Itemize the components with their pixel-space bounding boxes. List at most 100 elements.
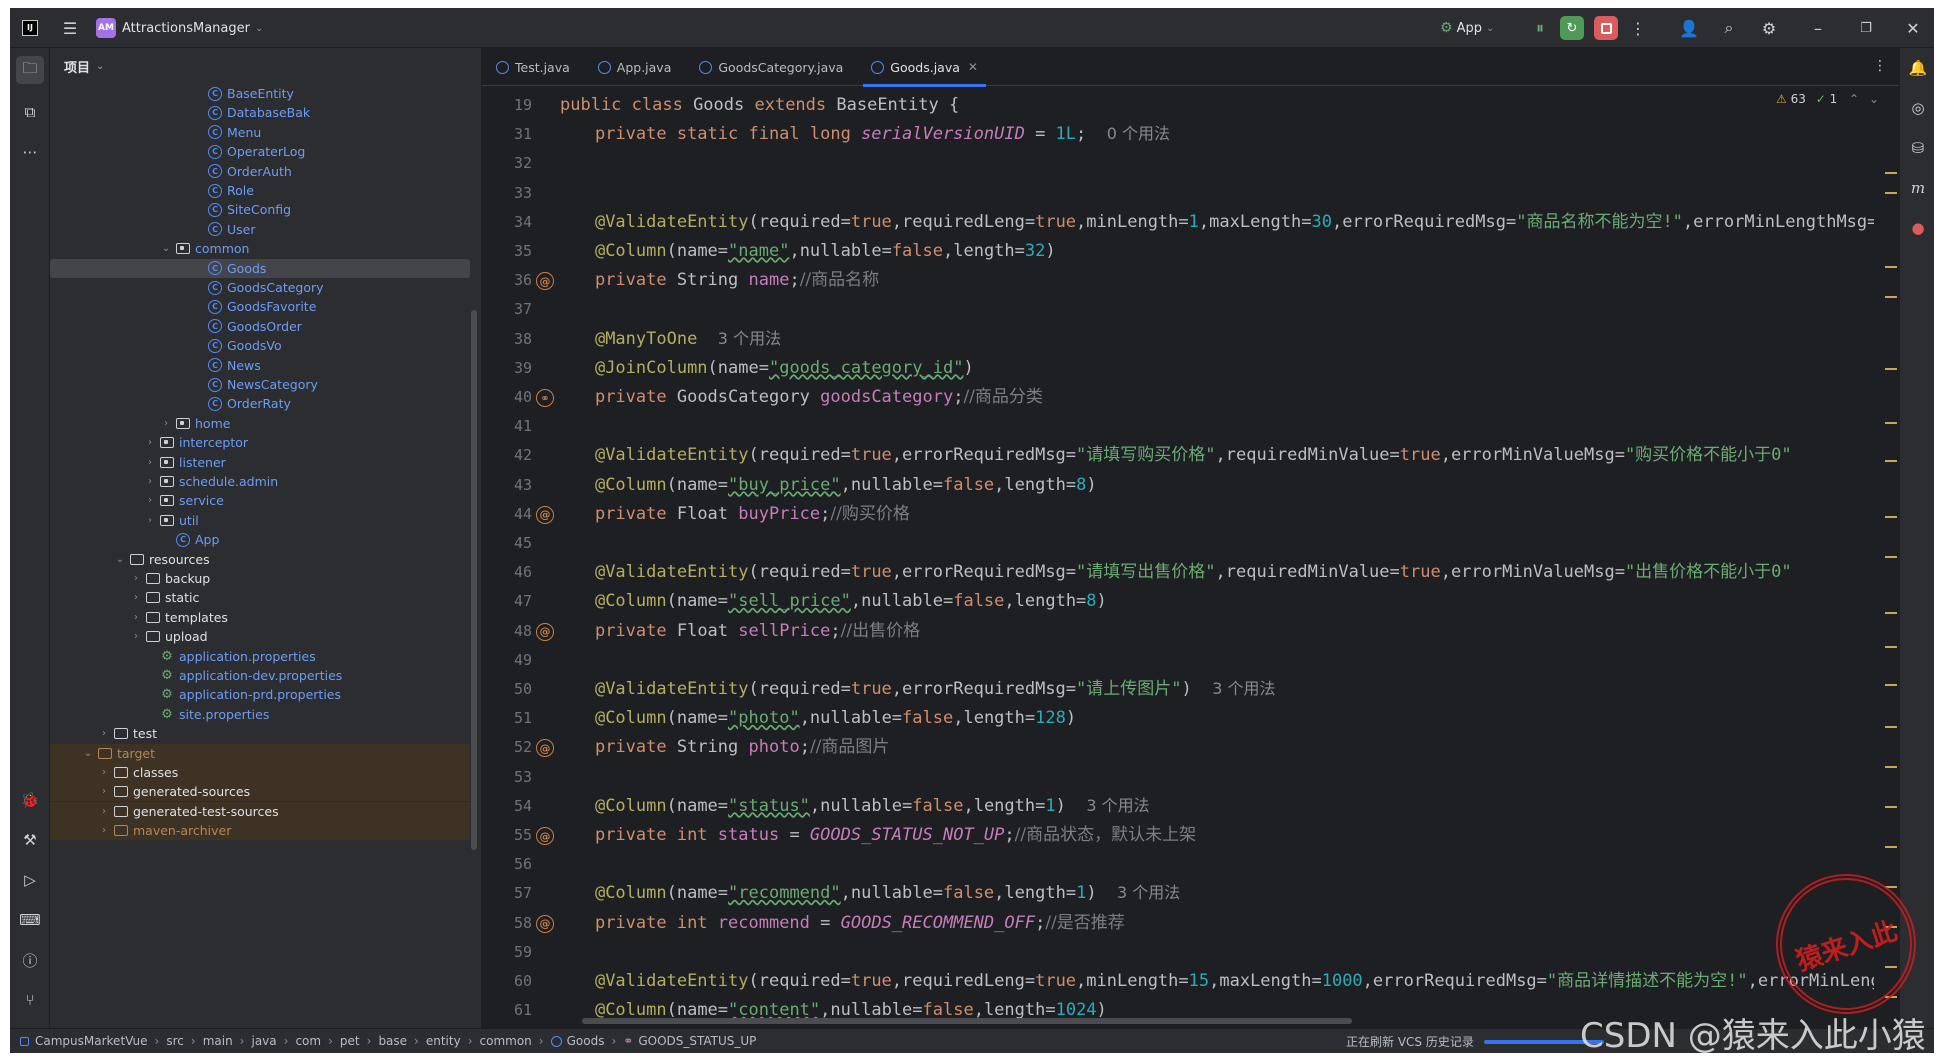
close-tab-icon[interactable]: ✕	[968, 60, 978, 74]
chevron-right-icon[interactable]: ›	[128, 612, 144, 623]
tree-item[interactable]: C GoodsFavorite	[50, 297, 470, 316]
tree-item[interactable]: › templates	[50, 608, 470, 627]
settings-icon[interactable]: ⚙	[1756, 8, 1782, 48]
breadcrumb-item[interactable]: pet	[340, 1034, 360, 1048]
tree-item[interactable]: ⚙ application-prd.properties	[50, 685, 470, 704]
tree-item[interactable]: C GoodsCategory	[50, 278, 470, 297]
breadcrumb-item[interactable]: common	[480, 1034, 532, 1048]
code-line[interactable]: @ValidateEntity(required=true,requiredLe…	[554, 968, 1874, 994]
structure-tool-icon[interactable]: ⧉	[16, 98, 44, 126]
tree-item[interactable]: › upload	[50, 627, 470, 646]
build-tool-icon[interactable]: ⚒	[16, 826, 44, 854]
usage-hint[interactable]: 3 个用法	[1212, 679, 1275, 698]
tree-item[interactable]: › service	[50, 491, 470, 510]
tree-item[interactable]: › classes	[50, 763, 470, 782]
tree-item[interactable]: › schedule.admin	[50, 472, 470, 491]
code-line[interactable]: @Column(name="photo",nullable=false,leng…	[554, 705, 1076, 731]
tree-item[interactable]: C OperaterLog	[50, 142, 470, 161]
gutter-annotation-icon[interactable]: ⚭	[536, 389, 554, 407]
tree-item[interactable]: C News	[50, 356, 470, 375]
tree-item[interactable]: C Role	[50, 181, 470, 200]
breadcrumb-item[interactable]: src	[166, 1034, 184, 1048]
problems-tool-icon[interactable]: ⓘ	[16, 946, 44, 974]
tree-item[interactable]: C OrderRaty	[50, 394, 470, 413]
tree-item[interactable]: ⚙ site.properties	[50, 705, 470, 724]
usage-hint[interactable]: 0 个用法	[1107, 124, 1170, 143]
tree-item[interactable]: ⌄ target	[50, 743, 470, 763]
breadcrumb-item[interactable]: java	[251, 1034, 276, 1048]
code-line[interactable]: @ValidateEntity(required=true,errorRequi…	[554, 676, 1276, 702]
breadcrumb-item[interactable]: base	[378, 1034, 407, 1048]
tree-item[interactable]: › util	[50, 511, 470, 530]
chevron-right-icon[interactable]: ›	[96, 806, 112, 817]
chevron-right-icon[interactable]: ›	[142, 457, 158, 468]
gutter-annotation-icon[interactable]: @	[536, 827, 554, 845]
editor-tab[interactable]: Test.java	[482, 48, 584, 86]
chevron-right-icon[interactable]: ›	[96, 786, 112, 797]
tree-item[interactable]: › interceptor	[50, 433, 470, 452]
breadcrumb-item[interactable]: main	[203, 1034, 233, 1048]
code-line[interactable]: private GoodsCategory goodsCategory;//商品…	[554, 384, 1043, 410]
tree-item[interactable]: › backup	[50, 569, 470, 588]
minimize-icon[interactable]: –	[1805, 8, 1831, 48]
notifications-icon[interactable]: 🔔	[1906, 56, 1930, 80]
chevron-right-icon[interactable]: ›	[142, 437, 158, 448]
project-scrollbar[interactable]	[471, 310, 477, 850]
more-tools-icon[interactable]: ⋯	[16, 138, 44, 166]
services-tool-icon[interactable]: ▷	[16, 866, 44, 894]
chevron-right-icon[interactable]: ›	[128, 573, 144, 584]
chevron-right-icon[interactable]: ›	[96, 767, 112, 778]
tree-item[interactable]: ⌄ resources	[50, 550, 470, 569]
ai-assistant-icon[interactable]: ◎	[1906, 96, 1930, 120]
code-line[interactable]: @ValidateEntity(required=true,requiredLe…	[554, 209, 1874, 235]
tree-item[interactable]: ⌄ common	[50, 239, 470, 258]
tree-item[interactable]: C User	[50, 220, 470, 239]
debug-tool-icon[interactable]: 🐞	[16, 786, 44, 814]
tree-item[interactable]: C Goods	[50, 258, 470, 278]
editor-tab[interactable]: Goods.java ✕	[857, 48, 992, 87]
tree-item[interactable]: C Menu	[50, 123, 470, 142]
editor-horizontal-scrollbar[interactable]	[582, 1018, 1352, 1024]
editor-tab[interactable]: GoodsCategory.java	[685, 48, 857, 86]
code-line[interactable]: @JoinColumn(name="goods_category_id")	[554, 355, 974, 381]
code-line[interactable]: private int recommend = GOODS_RECOMMEND_…	[554, 910, 1125, 936]
code-area[interactable]: public class Goods extends BaseEntity { …	[554, 86, 1874, 1028]
run-config-selector[interactable]: ⚙ App ⌄	[1440, 8, 1494, 48]
chevron-right-icon[interactable]: ›	[96, 728, 112, 739]
close-window-icon[interactable]: ✕	[1900, 8, 1926, 48]
tab-options-icon[interactable]: ⋮	[1873, 58, 1887, 74]
plugin-icon[interactable]: ●	[1906, 216, 1930, 240]
project-switcher[interactable]: AM AttractionsManager ⌄	[96, 8, 263, 48]
chevron-right-icon[interactable]: ›	[128, 592, 144, 603]
gutter-annotation-icon[interactable]: @	[536, 622, 554, 641]
tree-item[interactable]: C App	[50, 530, 470, 549]
code-line[interactable]: private static final long serialVersionU…	[554, 121, 1170, 147]
tree-item[interactable]: C NewsCategory	[50, 375, 470, 394]
stop-button[interactable]	[1593, 8, 1619, 48]
tree-item[interactable]: ⚙ application.properties	[50, 647, 470, 666]
code-line[interactable]: @ValidateEntity(required=true,errorRequi…	[554, 559, 1792, 585]
project-panel-header[interactable]: 项目 ⌄	[50, 48, 481, 84]
usage-hint[interactable]: 3 个用法	[1117, 883, 1180, 902]
chevron-down-icon[interactable]: ⌄	[80, 748, 96, 759]
code-line[interactable]: @ValidateEntity(required=true,errorRequi…	[554, 442, 1792, 468]
project-tool-icon[interactable]: 🗀	[16, 56, 44, 84]
chevron-right-icon[interactable]: ›	[142, 515, 158, 526]
ide-logo-icon[interactable]: IJ	[16, 8, 44, 48]
tree-item[interactable]: › static	[50, 588, 470, 607]
chevron-right-icon[interactable]: ›	[142, 495, 158, 506]
tree-item[interactable]: C GoodsOrder	[50, 317, 470, 336]
tree-item[interactable]: › home	[50, 414, 470, 433]
breadcrumb-item[interactable]: CampusMarketVue	[35, 1034, 148, 1048]
pause-icon[interactable]: ⏸	[1526, 8, 1554, 48]
breadcrumb-item[interactable]: Goods	[567, 1034, 605, 1048]
code-line[interactable]: private int status = GOODS_STATUS_NOT_UP…	[554, 822, 1196, 848]
chevron-down-icon[interactable]: ⌄	[112, 554, 128, 565]
breadcrumb-item[interactable]: GOODS_STATUS_UP	[638, 1034, 756, 1048]
terminal-tool-icon[interactable]: ⌨	[16, 906, 44, 934]
tree-item[interactable]: › maven-archiver	[50, 821, 470, 841]
code-line[interactable]: @Column(name="recommend",nullable=false,…	[554, 880, 1180, 906]
tree-item[interactable]: C BaseEntity	[50, 84, 470, 103]
code-line[interactable]: @Column(name="sell_price",nullable=false…	[554, 588, 1107, 614]
chevron-right-icon[interactable]: ›	[96, 825, 112, 836]
